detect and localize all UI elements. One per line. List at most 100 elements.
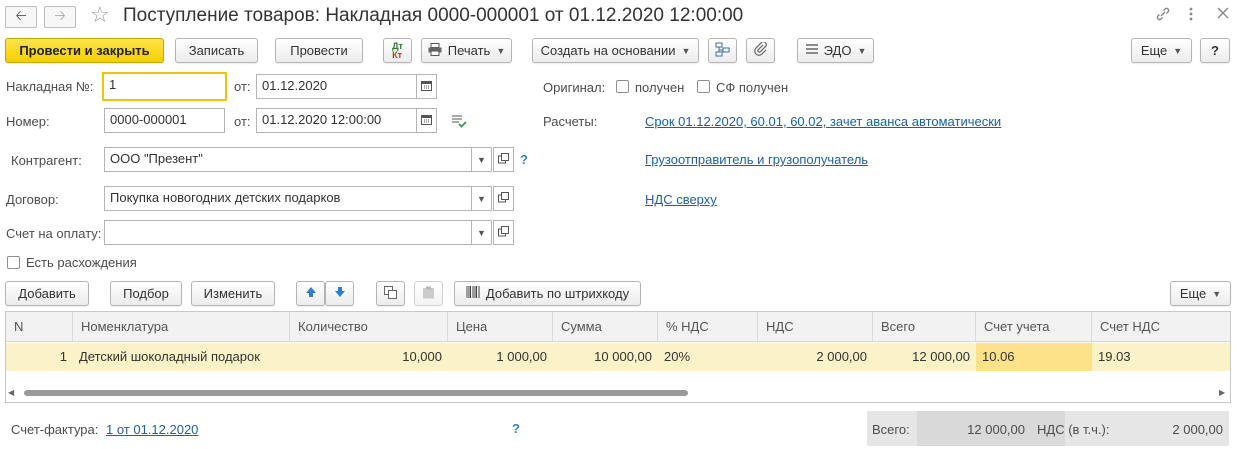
scroll-right-icon[interactable]: ▶ <box>1219 388 1225 397</box>
attach-button[interactable] <box>746 38 775 63</box>
column-header-vat-account[interactable]: Счет НДС <box>1092 312 1230 342</box>
edo-label: ЭДО <box>823 43 852 58</box>
column-header-vat-rate[interactable]: % НДС <box>658 312 758 342</box>
change-button[interactable]: Изменить <box>191 281 275 306</box>
cell-quantity[interactable]: 10,000 <box>290 343 448 371</box>
paste-row-button[interactable] <box>414 281 443 306</box>
arrow-left-icon: 🡠 <box>15 7 27 23</box>
vat-on-top-link[interactable]: НДС сверху <box>645 192 717 207</box>
add-by-barcode-button[interactable]: Добавить по штрихкоду <box>454 281 641 306</box>
move-up-button[interactable] <box>296 281 325 306</box>
contractor-field[interactable]: ООО "Презент" <box>104 147 472 172</box>
cell-vat-account[interactable]: 19.03 <box>1092 343 1230 371</box>
horizontal-scrollbar[interactable]: ◀ ▶ <box>6 387 1230 399</box>
cell-account[interactable]: 10.06 <box>976 343 1092 371</box>
cell-price[interactable]: 1 000,00 <box>448 343 553 371</box>
create-based-on-button[interactable]: Создать на основании ▼ <box>532 38 699 63</box>
arrow-right-icon: 🡢 <box>54 7 66 23</box>
contract-field[interactable]: Покупка новогодних детских подарков <box>104 186 472 211</box>
edo-button[interactable]: ЭДО ▼ <box>797 38 874 63</box>
save-button[interactable]: Записать <box>175 38 258 63</box>
contract-dropdown[interactable]: ▼ <box>471 186 492 211</box>
more-vertical-icon[interactable] <box>1188 6 1194 27</box>
settlements-link[interactable]: Срок 01.12.2020, 60.01, 60.02, зачет ава… <box>645 114 1001 129</box>
invoice-no-field[interactable]: 1 <box>102 72 227 101</box>
cell-item[interactable]: Детский шоколадный подарок <box>73 343 290 371</box>
number-field[interactable]: 0000-000001 <box>104 108 225 133</box>
more-button[interactable]: Еще ▼ <box>1131 38 1192 63</box>
table-more-button[interactable]: Еще ▼ <box>1170 281 1231 306</box>
chevron-down-icon: ▼ <box>1173 45 1183 56</box>
page-title: Поступление товаров: Накладная 0000-0000… <box>123 5 744 26</box>
contract-open[interactable] <box>493 186 514 211</box>
print-button[interactable]: Печать ▼ <box>421 38 512 63</box>
column-header-price[interactable]: Цена <box>448 312 553 342</box>
calendar-button-2[interactable] <box>416 108 437 133</box>
link-icon[interactable] <box>1155 6 1171 27</box>
comment-check-icon[interactable] <box>451 114 467 131</box>
arrow-up-icon <box>305 286 317 301</box>
table-row[interactable]: 1 Детский шоколадный подарок 10,000 1 00… <box>6 343 1230 371</box>
column-header-total[interactable]: Всего <box>873 312 976 342</box>
table-header: N Номенклатура Количество Цена Сумма % Н… <box>6 312 1230 342</box>
help-button[interactable]: ? <box>1200 38 1230 63</box>
chevron-down-icon: ▼ <box>857 45 867 56</box>
number-label: Номер: <box>6 114 50 129</box>
invoice-link[interactable]: 1 от 01.12.2020 <box>106 422 198 437</box>
cell-vat[interactable]: 2 000,00 <box>758 343 873 371</box>
open-icon <box>498 192 509 205</box>
contractor-help-icon[interactable]: ? <box>520 152 528 167</box>
payment-invoice-open[interactable] <box>493 220 514 245</box>
total-value: 12 000,00 <box>967 422 1025 437</box>
move-down-button[interactable] <box>325 281 354 306</box>
star-icon[interactable]: ☆ <box>90 2 110 28</box>
scroll-left-icon[interactable]: ◀ <box>8 388 14 397</box>
contractor-open[interactable] <box>493 147 514 172</box>
pick-button[interactable]: Подбор <box>110 281 182 306</box>
payment-invoice-field[interactable] <box>104 220 472 245</box>
column-header-account[interactable]: Счет учета <box>976 312 1092 342</box>
invoice-no-label: Накладная №: <box>6 79 94 94</box>
sf-received-label: СФ получен <box>716 80 789 95</box>
sf-received-checkbox[interactable] <box>697 80 710 93</box>
column-header-item[interactable]: Номенклатура <box>73 312 290 342</box>
scrollbar-thumb[interactable] <box>24 390 688 396</box>
column-header-vat[interactable]: НДС <box>758 312 873 342</box>
discrepancies-checkbox[interactable] <box>7 256 20 269</box>
structure-button[interactable] <box>708 38 737 63</box>
cell-total[interactable]: 12 000,00 <box>873 343 976 371</box>
post-button[interactable]: Провести <box>275 38 363 63</box>
back-button[interactable]: 🡠 <box>5 6 37 28</box>
cell-vat-rate[interactable]: 20% <box>658 343 758 371</box>
total-label: Всего: <box>872 422 910 437</box>
copy-row-button[interactable] <box>376 281 405 306</box>
structure-icon <box>715 42 730 60</box>
calendar-icon <box>421 114 432 127</box>
received-checkbox[interactable] <box>616 80 629 93</box>
add-row-button[interactable]: Добавить <box>5 281 89 306</box>
column-header-sum[interactable]: Сумма <box>553 312 658 342</box>
number-date-field[interactable]: 01.12.2020 12:00:00 <box>256 108 417 133</box>
dt-kt-button[interactable]: Дт Кт <box>383 38 412 63</box>
calendar-button[interactable] <box>416 74 437 99</box>
column-header-n[interactable]: N <box>6 312 73 342</box>
forward-button[interactable]: 🡢 <box>44 6 76 28</box>
from-label-2: от: <box>234 114 251 129</box>
contractor-dropdown[interactable]: ▼ <box>471 147 492 172</box>
cell-sum[interactable]: 10 000,00 <box>553 343 658 371</box>
payment-invoice-dropdown[interactable]: ▼ <box>471 220 492 245</box>
close-icon[interactable] <box>1217 6 1229 24</box>
chevron-down-icon: ▼ <box>1212 288 1222 299</box>
chevron-down-icon: ▼ <box>681 45 691 56</box>
payment-invoice-label: Счет на оплату: <box>6 226 102 241</box>
invoice-date-field[interactable]: 01.12.2020 <box>256 74 417 99</box>
vat-included-value: 2 000,00 <box>1172 422 1223 437</box>
post-and-close-button[interactable]: Провести и закрыть <box>5 38 164 63</box>
footer-help-icon[interactable]: ? <box>512 421 520 436</box>
column-header-quantity[interactable]: Количество <box>290 312 448 342</box>
shipper-consignee-link[interactable]: Грузоотправитель и грузополучатель <box>645 152 868 167</box>
cell-n[interactable]: 1 <box>6 343 73 371</box>
calendar-icon <box>421 80 432 93</box>
printer-icon <box>428 42 442 59</box>
chevron-down-icon: ▼ <box>477 227 486 238</box>
